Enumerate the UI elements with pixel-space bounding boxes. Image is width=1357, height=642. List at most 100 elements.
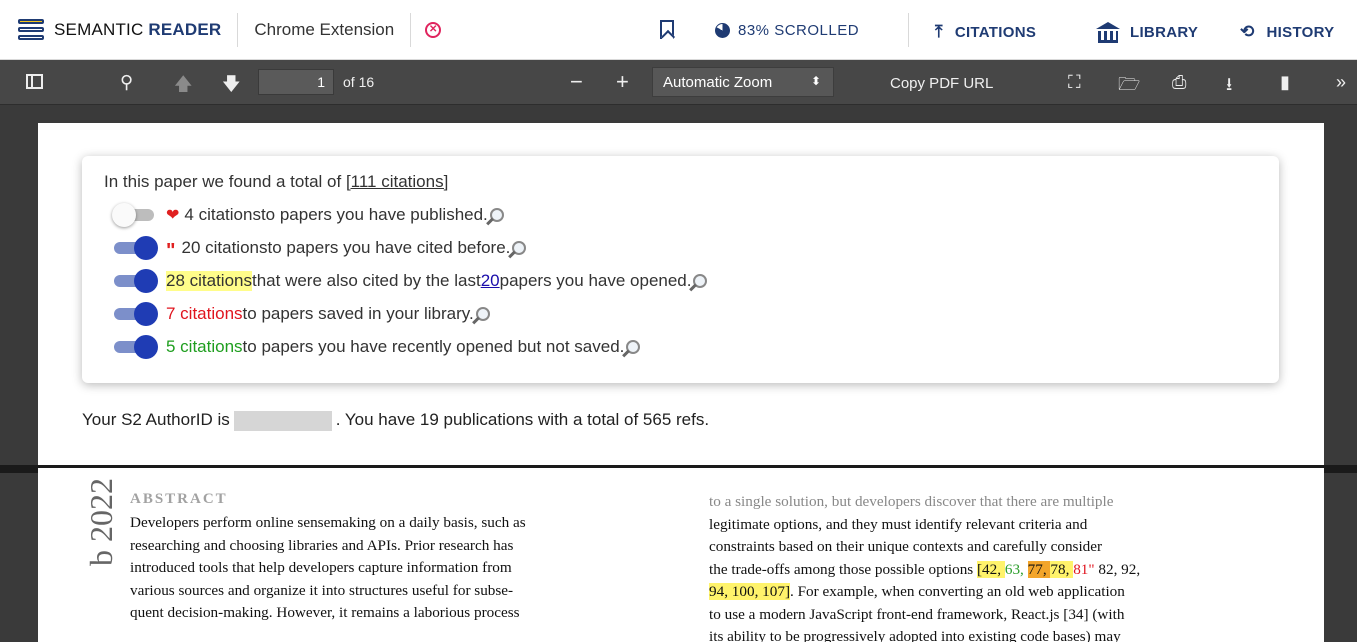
redacted-author-id [233,410,332,431]
pdf-toolbar: ⚲ 🡅 🡇 1 of 16 − + Automatic Zoom ⬍ Copy … [0,60,1357,105]
cited-toggle[interactable] [112,235,158,260]
library-toggle[interactable] [112,301,158,326]
history-button[interactable]: ⟲ HISTORY [1240,22,1335,42]
pie-progress-icon [715,23,730,38]
cited-count: 20 citations [181,237,268,257]
next-page-icon[interactable]: 🡇 [222,72,241,102]
brand[interactable]: SEMANTIC READER [0,0,221,59]
heart-icon: ❤ [166,206,180,224]
text-line-with-citations: 94, 100, 107]. For example, when convert… [709,581,1204,604]
opened-text-b: papers you have opened. [499,270,692,290]
filter-row-published: ❤ 4 citations to papers you have publish… [104,198,1257,231]
divider [908,13,909,47]
library-text: to papers saved in your library. [242,303,474,323]
cited-text: to papers you have cited before. [267,237,511,257]
merge-arrow-icon: ⤒ [935,22,943,41]
text-line: researching and choosing libraries and A… [130,536,514,554]
brand-name-plain: SEMANTIC [54,19,149,39]
text-line: its ability to be progressively adopted … [709,628,1121,642]
citations-label: CITATIONS [954,23,1037,41]
magnifier-icon[interactable] [475,306,490,321]
filter-row-cited: " 20 citations to papers you have cited … [104,231,1257,264]
open-file-icon[interactable]: 🗁 [1118,72,1140,102]
library-label: LIBRARY [1130,23,1199,41]
text-line: quent decision-making. However, it remai… [130,604,520,621]
presentation-mode-icon[interactable]: ⛶ [1068,72,1081,93]
print-icon[interactable]: ⎙ [1172,72,1186,93]
citation-summary-card: In this paper we found a total of [111 c… [82,156,1279,383]
page-number-input[interactable]: 1 [258,69,334,95]
text-span: . For example, when converting an old we… [790,583,1125,600]
library-button[interactable]: LIBRARY [1096,22,1199,43]
magnifier-icon[interactable] [693,273,708,288]
magnifier-icon[interactable] [489,207,504,222]
bookmark-icon[interactable] [660,20,674,39]
abstract-column: Developers perform online sensemaking on… [130,512,625,625]
zoom-select[interactable]: Automatic Zoom ⬍ [652,67,834,97]
books-logo-icon [18,18,44,42]
document-viewer: In this paper we found a total of [111 c… [0,105,1357,642]
divider [410,12,412,47]
text-span: the trade-offs among those possible opti… [709,560,977,578]
previous-page-icon[interactable]: 🡅 [174,72,193,102]
bookmark-icon[interactable]: ▮ [1280,72,1290,93]
unsaved-text: to papers you have recently opened but n… [242,336,625,356]
opened-toggle[interactable] [112,268,158,293]
citation-summary-panel: In this paper we found a total of [111 c… [38,123,1324,468]
pdf-page: b 2022 ABSTRACT Developers perform onlin… [38,468,1324,642]
text-line: to use a modern JavaScript front-end fra… [709,605,1125,623]
citation-plain[interactable]: 82, 92, [1095,561,1140,578]
brand-name: SEMANTIC READER [54,20,221,40]
published-count: 4 citations [184,204,261,224]
unsaved-toggle[interactable] [112,334,158,359]
opened-papers-link[interactable]: 20 [481,271,500,291]
extension-label: Chrome Extension [254,19,395,39]
citation-library[interactable]: 81 [1073,561,1088,578]
citation-highlight[interactable]: 94, 100, 107] [709,583,790,600]
magnifier-icon[interactable] [512,240,527,255]
citation-recent[interactable]: 63, [1005,561,1028,578]
extension-bar: SEMANTIC READER Chrome Extension ✕ 83% S… [0,0,1357,60]
total-citations-link[interactable]: [111 citations] [346,172,448,191]
citation-highlight[interactable]: [42, [977,560,1005,578]
citation-highlight[interactable]: 77, [1027,560,1051,578]
filter-row-library: 7 citations to papers saved in your libr… [104,297,1257,330]
author-id-prefix: Your S2 AuthorID is [82,410,230,429]
author-stats: . You have 19 publications with a total … [335,410,710,429]
text-line: to a single solution, but developers dis… [709,493,1114,510]
author-summary: Your S2 AuthorID is . You have 19 publica… [82,410,709,431]
citation-highlight[interactable]: 78, [1050,560,1074,578]
text-line-with-citations: the trade-offs among those possible opti… [709,559,1204,582]
text-line: introduced tools that help developers ca… [130,559,512,576]
scroll-progress: 83% SCROLLED [715,22,859,39]
abstract-heading: ABSTRACT [130,491,228,507]
quote-icon: " [166,239,176,262]
more-tools-icon[interactable]: » [1336,72,1346,93]
filter-row-recent-opened: 28 citations that were also cited by the… [104,264,1257,297]
history-icon: ⟲ [1240,22,1255,41]
opened-count: 28 citations [166,270,252,291]
zoom-in-icon[interactable]: + [616,69,629,95]
unsaved-count: 5 citations [166,336,243,356]
magnifier-icon[interactable] [626,339,641,354]
intro-column: to a single solution, but developers dis… [709,491,1204,642]
scroll-progress-label: 83% SCROLLED [738,22,860,39]
text-line: constraints based on their unique contex… [709,538,1103,555]
copy-pdf-url-button[interactable]: Copy PDF URL [890,75,993,92]
text-line: Developers perform online sensemaking on… [130,514,526,531]
updown-caret-icon: ⬍ [810,74,821,88]
brand-name-bold: READER [148,19,222,39]
close-circle-icon[interactable]: ✕ [425,21,442,38]
page-count: of 16 [343,74,375,90]
zoom-value: Automatic Zoom [663,74,773,91]
arxiv-margin-date: b 2022 [83,478,119,566]
text-line: various sources and organize it into str… [130,581,514,599]
published-text: to papers you have published. [260,204,488,224]
download-icon[interactable]: ⭳ [1226,72,1232,102]
zoom-out-icon[interactable]: − [570,69,583,95]
search-icon[interactable]: ⚲ [120,72,133,93]
citations-button[interactable]: ⤒ CITATIONS [935,22,1036,42]
sidebar-toggle-icon[interactable] [26,74,43,89]
history-label: HISTORY [1266,23,1335,41]
published-toggle[interactable] [112,202,158,227]
